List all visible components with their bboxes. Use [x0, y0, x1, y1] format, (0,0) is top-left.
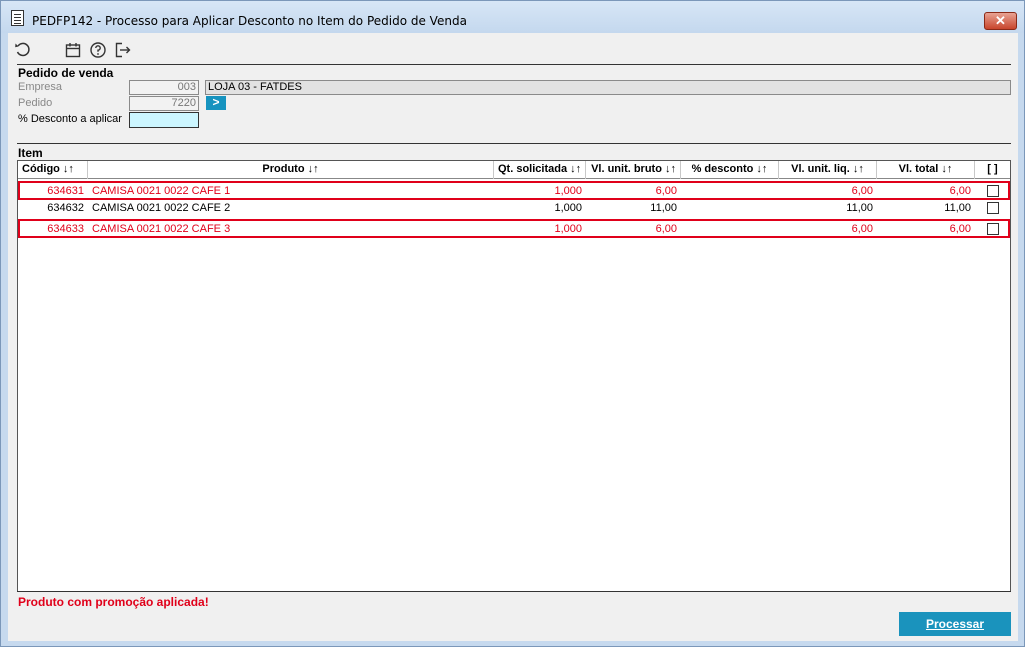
section-divider: [17, 64, 1011, 65]
pedido-section-title: Pedido de venda: [18, 66, 114, 80]
cell-desconto: [681, 221, 779, 238]
desconto-label: % Desconto a aplicar: [18, 113, 122, 125]
col-header-select[interactable]: [ ]: [975, 161, 1010, 179]
col-header-qt[interactable]: Qt. solicitada ↓↑: [494, 161, 586, 179]
cell-vl-liq: 11,00: [846, 202, 873, 214]
app-window: PEDFP142 - Processo para Aplicar Descont…: [0, 0, 1025, 647]
go-button[interactable]: >: [206, 96, 226, 110]
cell-qt: 1,000: [554, 202, 582, 214]
cell-produto: CAMISA 0021 0022 CAFE 2: [92, 202, 231, 214]
cell-qt: 1,000: [554, 185, 582, 197]
cell-codigo: 634633: [47, 223, 84, 235]
document-icon: [11, 10, 24, 26]
desconto-input[interactable]: [129, 112, 199, 128]
table-row[interactable]: 634632 CAMISA 0021 0022 CAFE 2 1,000 11,…: [18, 200, 1010, 219]
col-header-codigo[interactable]: Código ↓↑: [18, 161, 88, 179]
col-header-vl-bruto[interactable]: Vl. unit. bruto ↓↑: [586, 161, 681, 179]
cell-produto: CAMISA 0021 0022 CAFE 3: [92, 223, 231, 235]
cell-produto: CAMISA 0021 0022 CAFE 1: [92, 185, 231, 197]
table-row[interactable]: 634633 CAMISA 0021 0022 CAFE 3 1,000 6,0…: [18, 219, 1010, 238]
cell-vl-bruto: 11,00: [650, 202, 677, 214]
item-section-title: Item: [18, 146, 43, 160]
col-header-vl-total[interactable]: Vl. total ↓↑: [877, 161, 975, 179]
cell-vl-bruto: 6,00: [655, 223, 677, 235]
cell-vl-total: 6,00: [949, 185, 971, 197]
section-divider: [17, 143, 1011, 144]
process-button[interactable]: Processar: [899, 612, 1011, 636]
client-area: Pedido de venda Empresa 003 LOJA 03 - FA…: [8, 33, 1018, 641]
refresh-icon[interactable]: [14, 41, 32, 59]
close-button[interactable]: ✕: [984, 12, 1017, 30]
empresa-field[interactable]: 003: [129, 80, 199, 95]
exit-icon[interactable]: [114, 41, 132, 59]
table-header: Código ↓↑ Produto ↓↑ Qt. solicitada ↓↑ V…: [18, 161, 1010, 179]
cell-vl-bruto: 6,00: [655, 185, 677, 197]
calendar-icon[interactable]: [64, 41, 82, 59]
toolbar: [8, 33, 1018, 63]
row-checkbox[interactable]: [987, 202, 999, 214]
col-header-produto[interactable]: Produto ↓↑: [88, 161, 494, 179]
empresa-label: Empresa: [18, 81, 63, 93]
cell-desconto: [681, 200, 779, 217]
cell-codigo: 634631: [47, 185, 84, 197]
section-divider: [17, 591, 1011, 592]
pedido-field[interactable]: 7220: [129, 96, 199, 111]
pedido-label: Pedido: [18, 97, 53, 109]
cell-qt: 1,000: [554, 223, 582, 235]
title-bar[interactable]: PEDFP142 - Processo para Aplicar Descont…: [1, 1, 1024, 33]
help-icon[interactable]: [89, 41, 107, 59]
cell-codigo: 634632: [47, 202, 84, 214]
cell-vl-liq: 6,00: [851, 223, 873, 235]
cell-vl-total: 11,00: [944, 202, 971, 214]
row-checkbox[interactable]: [987, 223, 999, 235]
empresa-description-field: LOJA 03 - FATDES: [205, 80, 1011, 95]
col-header-desconto[interactable]: % desconto ↓↑: [681, 161, 779, 179]
window-title: PEDFP142 - Processo para Aplicar Descont…: [32, 14, 467, 28]
cell-vl-liq: 6,00: [851, 185, 873, 197]
col-header-vl-liq[interactable]: Vl. unit. liq. ↓↑: [779, 161, 877, 179]
items-table: Código ↓↑ Produto ↓↑ Qt. solicitada ↓↑ V…: [17, 160, 1011, 592]
cell-desconto: [681, 183, 779, 200]
status-message: Produto com promoção aplicada!: [18, 595, 209, 609]
table-row[interactable]: 634631 CAMISA 0021 0022 CAFE 1 1,000 6,0…: [18, 181, 1010, 200]
row-checkbox[interactable]: [987, 185, 999, 197]
cell-vl-total: 6,00: [949, 223, 971, 235]
